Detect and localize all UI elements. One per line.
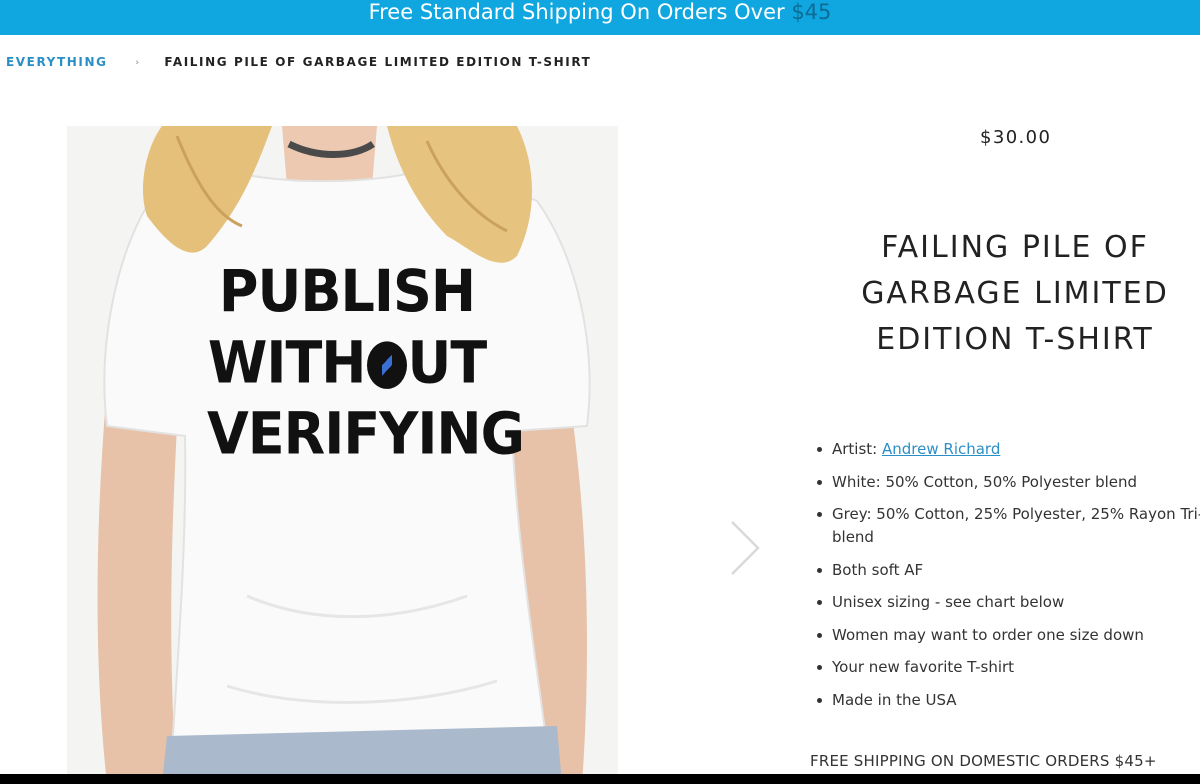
list-item: Women may want to order one size down: [817, 624, 1200, 647]
shirt-print-line1: PUBLISH: [218, 257, 476, 326]
shirt-print-line2: WITH UT: [207, 327, 487, 398]
banner-amount: $45: [791, 0, 832, 24]
shirt-print-line2-left: WITH: [207, 328, 367, 397]
shirt-print-line2-right: UT: [407, 328, 488, 397]
list-item: Your new favorite T-shirt: [817, 656, 1200, 679]
lightning-bolt-logo-icon: [366, 341, 407, 389]
product-details-list: Artist: Andrew Richard White: 50% Cotton…: [812, 438, 1200, 721]
list-item: Grey: 50% Cotton, 25% Polyester, 25% Ray…: [817, 503, 1200, 549]
list-item: Made in the USA: [817, 689, 1200, 712]
breadcrumb: EVERYTHING › FAILING PILE OF GARBAGE LIM…: [6, 55, 591, 69]
shirt-print-line3: VERIFYING: [207, 399, 525, 468]
list-item: White: 50% Cotton, 50% Polyester blend: [817, 471, 1200, 494]
product-title: FAILING PILE OF GARBAGE LIMITED EDITION …: [861, 230, 1169, 357]
chevron-right-icon[interactable]: [726, 520, 766, 576]
product-image[interactable]: PUBLISH WITH UT VERIFYING: [67, 126, 618, 784]
shipping-banner: Free Standard Shipping On Orders Over $4…: [0, 0, 1200, 35]
list-item: Unisex sizing - see chart below: [817, 591, 1200, 614]
product-price: $30.00: [980, 127, 1052, 148]
bottom-bar: [0, 774, 1200, 784]
breadcrumb-separator-icon: ›: [135, 58, 141, 68]
breadcrumb-current: FAILING PILE OF GARBAGE LIMITED EDITION …: [164, 55, 592, 69]
artist-label: Artist:: [832, 440, 882, 458]
list-item: Both soft AF: [817, 559, 1200, 582]
breadcrumb-everything-link[interactable]: EVERYTHING: [6, 55, 108, 69]
banner-text: Free Standard Shipping On Orders Over: [368, 0, 792, 24]
artist-link[interactable]: Andrew Richard: [882, 440, 1000, 458]
list-item: Artist: Andrew Richard: [817, 438, 1200, 461]
shirt-print-text: PUBLISH WITH UT VERIFYING: [207, 256, 525, 470]
shipping-note: FREE SHIPPING ON DOMESTIC ORDERS $45+: [810, 752, 1157, 770]
